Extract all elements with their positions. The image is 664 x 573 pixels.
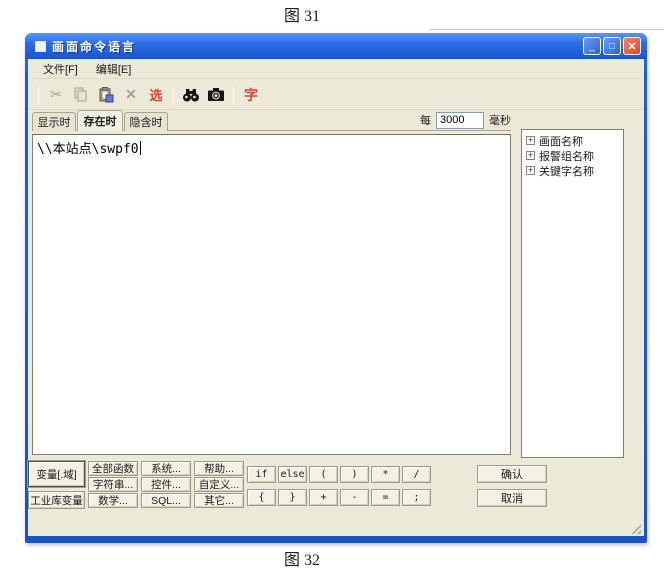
variable-field-button[interactable]: 变量[.域] [28,461,85,487]
all-functions-button[interactable]: 全部函数 [88,461,138,476]
cancel-button[interactable]: 取消 [477,489,547,507]
expand-icon[interactable]: + [526,166,535,175]
op-multiply-button[interactable]: * [371,466,400,483]
title-bar[interactable]: 画面命令语言 _ □ ✕ [25,33,647,59]
tree-item-keyword-names[interactable]: + 关键字名称 [526,163,623,178]
op-semicolon-button[interactable]: ; [402,489,431,506]
math-functions-button[interactable]: 数学... [88,493,138,508]
op-open-brace-button[interactable]: { [247,489,276,506]
toolbar-separator [173,85,174,105]
menu-bar: 文件[F] 编辑[E] [28,59,644,79]
tree-item-label: 报警组名称 [539,148,594,164]
camera-icon[interactable] [206,85,226,105]
figure-caption-bottom: 图 32 [0,546,604,570]
interval-input[interactable] [436,112,484,129]
toolbar-separator [233,85,234,105]
delete-icon[interactable]: ✕ [121,85,141,105]
find-icon[interactable] [181,85,201,105]
string-functions-button[interactable]: 字符串... [88,477,138,492]
font-button[interactable]: 字 [241,85,261,105]
paste-icon[interactable] [96,85,116,105]
op-close-brace-button[interactable]: } [278,489,307,506]
op-minus-button[interactable]: - [340,489,369,506]
copy-icon[interactable] [71,85,91,105]
op-close-paren-button[interactable]: ) [340,466,369,483]
interval-suffix-label: 毫秒 [489,112,511,128]
control-functions-button[interactable]: 控件... [141,477,191,492]
figure-caption-top: 图 31 [0,2,604,26]
sql-functions-button[interactable]: SQL... [141,493,191,508]
op-if-button[interactable]: if [247,466,276,483]
script-editor[interactable]: \\本站点\swpf0 [32,134,511,455]
toolbar-separator [38,85,39,105]
op-else-button[interactable]: else [278,466,307,483]
tree-item-alarm-group-names[interactable]: + 报警组名称 [526,148,623,163]
maximize-button[interactable]: □ [603,37,621,55]
expand-icon[interactable]: + [526,136,535,145]
confirm-button[interactable]: 确认 [477,465,547,483]
help-functions-button[interactable]: 帮助... [194,461,244,476]
interval-prefix-label: 每 [420,112,431,128]
menu-item-file[interactable]: 文件[F] [36,59,85,79]
menu-item-edit[interactable]: 编辑[E] [89,59,138,79]
scan-artifact-line [430,29,664,30]
tree-item-label: 关键字名称 [539,163,594,179]
window-title: 画面命令语言 [52,38,136,55]
window-icon [35,41,46,52]
system-functions-button[interactable]: 系统... [141,461,191,476]
custom-functions-button[interactable]: 自定义... [194,477,244,492]
name-tree-panel: + 画面名称 + 报警组名称 + 关键字名称 [521,129,624,458]
tab-on-display[interactable]: 显示时 [32,112,76,131]
text-caret [140,141,141,155]
toolbar: ✂ ✕ 选 [28,80,644,110]
tab-while-existing[interactable]: 存在时 [77,110,123,131]
tree-item-label: 画面名称 [539,133,583,149]
op-equals-button[interactable]: = [371,489,400,506]
minimize-button[interactable]: _ [583,37,601,55]
industry-library-variable-button[interactable]: 工业库变量 [28,491,85,509]
tree-item-screen-names[interactable]: + 画面名称 [526,133,623,148]
op-open-paren-button[interactable]: ( [309,466,338,483]
document-page: 图 31 画面命令语言 _ □ ✕ 文件[F] 编辑[E] ✂ [0,0,664,573]
tab-when-hidden[interactable]: 隐含时 [124,112,168,131]
op-divide-button[interactable]: / [402,466,431,483]
close-button[interactable]: ✕ [623,37,641,55]
interval-controls: 每 毫秒 [420,111,511,129]
other-functions-button[interactable]: 其它... [194,493,244,508]
cut-icon[interactable]: ✂ [46,85,66,105]
op-plus-button[interactable]: + [309,489,338,506]
expand-icon[interactable]: + [526,151,535,160]
editor-text: \\本站点\swpf0 [37,142,139,157]
select-variable-button[interactable]: 选 [146,85,166,105]
